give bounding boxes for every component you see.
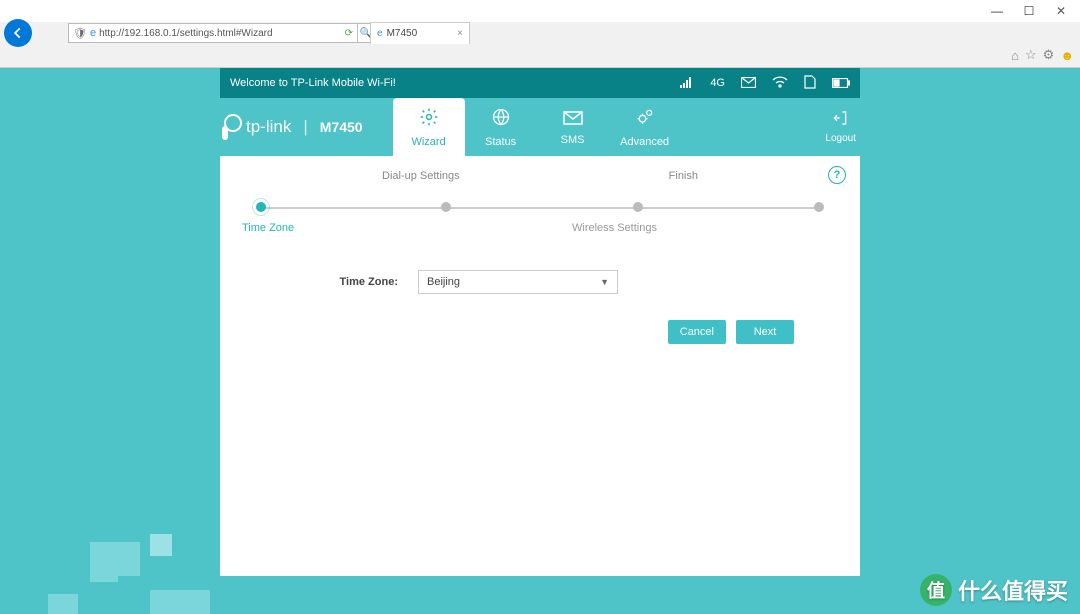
nav-status-tab[interactable]: Status (465, 98, 537, 156)
timezone-label: Time Zone: (328, 276, 398, 288)
tab-close-icon[interactable]: × (457, 28, 463, 39)
wizard-panel: ? Dial-up Settings Finish Time Zone Wire… (220, 156, 860, 576)
wizard-stepper (248, 202, 832, 216)
next-button[interactable]: Next (736, 320, 794, 344)
browser-back-button[interactable] (4, 19, 32, 47)
page-body: Welcome to TP-Link Mobile Wi-Fi! 4G tp-l… (0, 68, 1080, 614)
url-text: http://192.168.0.1/settings.html#Wizard (99, 28, 272, 39)
gears-icon (634, 107, 656, 132)
watermark-badge-icon: 值 (920, 574, 952, 606)
chevron-down-icon: ▼ (600, 277, 609, 287)
decoration-square (48, 594, 78, 614)
cancel-button[interactable]: Cancel (668, 320, 726, 344)
watermark: 值 什么值得买 (920, 574, 1068, 606)
network-type-label: 4G (710, 77, 725, 89)
browser-tab[interactable]: e M7450 × (370, 22, 470, 44)
window-close-button[interactable]: ✕ (1050, 4, 1072, 18)
welcome-text: Welcome to TP-Link Mobile Wi-Fi! (230, 77, 396, 89)
help-icon[interactable]: ? (828, 166, 846, 184)
brand-name: tp-link (246, 117, 291, 137)
favorites-icon[interactable]: ☆ (1025, 47, 1037, 63)
ie-tab-icon: e (377, 28, 383, 39)
logout-icon (833, 110, 849, 131)
step-dot-2 (441, 202, 451, 212)
decoration-square (150, 590, 210, 614)
tab-title: M7450 (387, 28, 418, 39)
globe-icon (491, 107, 511, 132)
window-minimize-button[interactable]: — (986, 4, 1008, 18)
window-title-bar: — ☐ ✕ (0, 0, 1080, 22)
tplink-logo-icon (222, 114, 240, 140)
home-icon[interactable]: ⌂ (1011, 48, 1019, 63)
brand-block: tp-link | M7450 (220, 114, 363, 140)
nav-wizard-tab[interactable]: Wizard (393, 98, 465, 156)
browser-toolbar: 🛡 e http://192.168.0.1/settings.html#Wiz… (0, 22, 1080, 68)
nav-sms-tab[interactable]: SMS (537, 98, 609, 156)
sim-status-icon (804, 75, 816, 92)
signal-icon (680, 76, 694, 91)
gear-icon (419, 107, 439, 132)
crumb-finish: Finish (669, 170, 698, 182)
window-maximize-button[interactable]: ☐ (1018, 4, 1040, 18)
welcome-bar: Welcome to TP-Link Mobile Wi-Fi! 4G (220, 68, 860, 98)
decoration-square (118, 576, 146, 590)
timezone-value: Beijing (427, 276, 460, 288)
step-dot-1 (256, 202, 266, 212)
timezone-select[interactable]: Beijing ▼ (418, 270, 618, 294)
device-model: M7450 (320, 119, 363, 135)
battery-icon (832, 76, 850, 91)
refresh-state-icon: ⟳ (345, 28, 353, 39)
wifi-status-icon (772, 76, 788, 91)
browser-right-icons: ⌂ ☆ ⚙ ☻ (1011, 44, 1074, 66)
security-shield-icon: 🛡 (73, 27, 87, 40)
address-bar[interactable]: 🛡 e http://192.168.0.1/settings.html#Wiz… (68, 23, 358, 43)
nav-advanced-tab[interactable]: Advanced (609, 98, 681, 156)
smiley-icon[interactable]: ☻ (1060, 48, 1074, 63)
ie-page-icon: e (90, 27, 96, 39)
decoration-square (150, 534, 172, 556)
envelope-icon (563, 109, 583, 130)
crumb-dialup: Dial-up Settings (382, 170, 460, 182)
step-label-wireless: Wireless Settings (540, 222, 689, 234)
step-dot-3 (633, 202, 643, 212)
logout-button[interactable]: Logout (825, 110, 860, 144)
app-header: tp-link | M7450 Wizard Status SM (220, 98, 860, 156)
step-dot-4 (814, 202, 824, 212)
sms-status-icon (741, 76, 756, 91)
tools-gear-icon[interactable]: ⚙ (1043, 47, 1055, 63)
